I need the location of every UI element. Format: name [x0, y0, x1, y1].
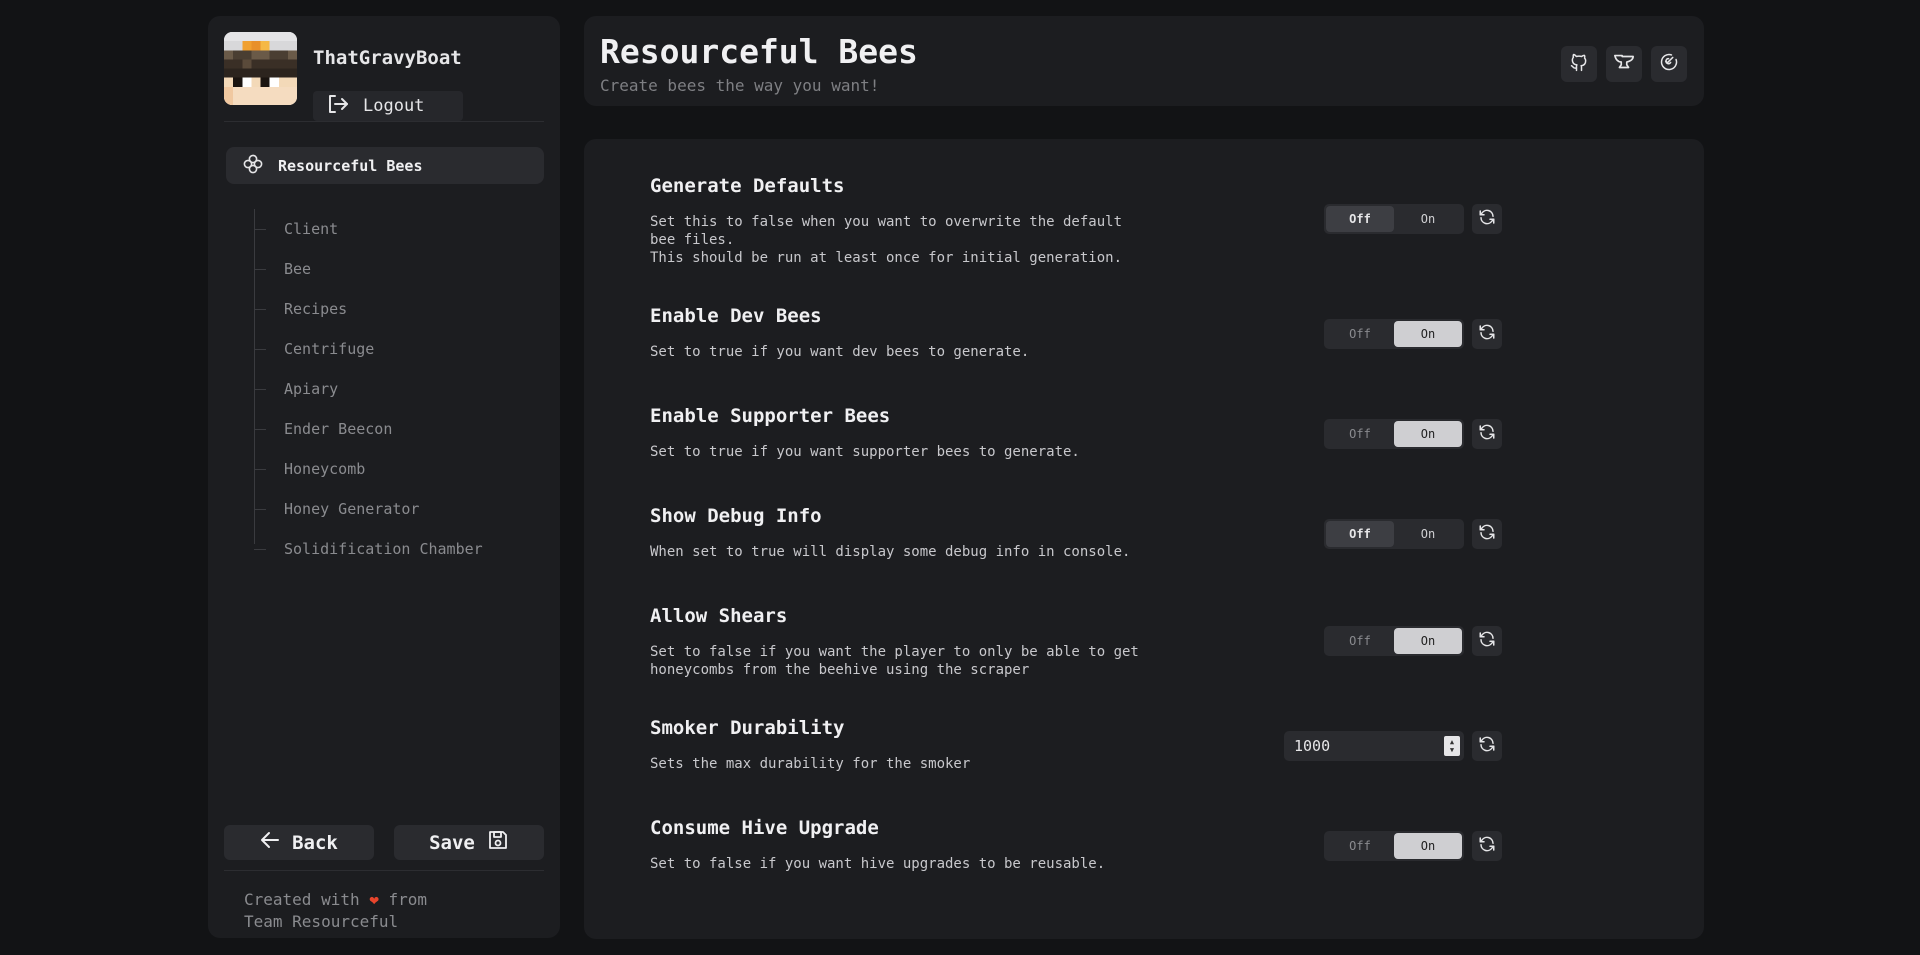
- smoker-durability-input[interactable]: [1284, 731, 1464, 761]
- page-title: Resourceful Bees: [600, 32, 918, 71]
- toggle-allow-shears[interactable]: Off On: [1324, 626, 1464, 656]
- heart-icon: ❤: [369, 890, 379, 909]
- setting-description: When set to true will display some debug…: [650, 544, 1131, 560]
- footer-team: Team Resourceful: [244, 912, 399, 931]
- toggle-enable-dev-bees[interactable]: Off On: [1324, 319, 1464, 349]
- modrinth-icon: [1659, 52, 1679, 76]
- setting-description: Set to true if you want supporter bees t…: [650, 444, 1080, 460]
- toggle-on-option[interactable]: On: [1394, 628, 1462, 654]
- setting-consume-hive-upgrade: Consume Hive Upgrade Set to false if you…: [650, 817, 1650, 873]
- number-stepper[interactable]: ▲ ▼: [1444, 736, 1460, 756]
- reset-button[interactable]: [1472, 519, 1502, 549]
- avatar: [224, 32, 297, 105]
- setting-title: Generate Defaults: [650, 175, 845, 197]
- toggle-off-option[interactable]: Off: [1326, 206, 1394, 232]
- logout-button[interactable]: Logout: [313, 91, 463, 121]
- github-icon: [1569, 52, 1589, 76]
- nav-item-bee[interactable]: Bee: [244, 249, 544, 289]
- setting-description: Sets the max durability for the smoker: [650, 756, 971, 772]
- logout-icon: [327, 94, 349, 119]
- nav-item-honeycomb[interactable]: Honeycomb: [244, 449, 544, 489]
- nav-subtree: Client Bee Recipes Centrifuge Apiary End…: [244, 209, 544, 569]
- page-subtitle: Create bees the way you want!: [600, 76, 880, 95]
- nav-main-label: Resourceful Bees: [278, 156, 423, 175]
- nav-item-client[interactable]: Client: [244, 209, 544, 249]
- settings-panel: Generate Defaults Set this to false when…: [584, 139, 1704, 939]
- toggle-on-option[interactable]: On: [1394, 521, 1462, 547]
- nav-item-ender-beecon[interactable]: Ender Beecon: [244, 409, 544, 449]
- setting-smoker-durability: Smoker Durability Sets the max durabilit…: [650, 717, 1650, 773]
- page-header: Resourceful Bees Create bees the way you…: [584, 16, 1704, 106]
- toggle-off-option[interactable]: Off: [1326, 521, 1394, 547]
- footer-prefix: Created with: [244, 890, 360, 909]
- setting-allow-shears: Allow Shears Set to false if you want th…: [650, 605, 1650, 679]
- back-label: Back: [292, 831, 338, 854]
- reset-button[interactable]: [1472, 419, 1502, 449]
- nav-item-solidification-chamber[interactable]: Solidification Chamber: [244, 529, 544, 569]
- toggle-consume-hive-upgrade[interactable]: Off On: [1324, 831, 1464, 861]
- curseforge-button[interactable]: [1606, 46, 1642, 82]
- toggle-on-option[interactable]: On: [1394, 421, 1462, 447]
- github-button[interactable]: [1561, 46, 1597, 82]
- arrow-left-icon: [260, 831, 280, 854]
- setting-generate-defaults: Generate Defaults Set this to false when…: [650, 175, 1650, 267]
- refresh-icon: [1478, 735, 1496, 757]
- sidebar: ThatGravyBoat Logout Resourceful Bees Cl…: [208, 16, 560, 938]
- nav-item-recipes[interactable]: Recipes: [244, 289, 544, 329]
- hexagon-cluster-icon: [242, 153, 264, 179]
- logout-label: Logout: [363, 96, 425, 116]
- refresh-icon: [1478, 835, 1496, 857]
- toggle-enable-supporter-bees[interactable]: Off On: [1324, 419, 1464, 449]
- username: ThatGravyBoat: [313, 47, 462, 69]
- toggle-off-option[interactable]: Off: [1326, 421, 1394, 447]
- anvil-icon: [1613, 53, 1635, 75]
- refresh-icon: [1478, 630, 1496, 652]
- setting-description: Set to true if you want dev bees to gene…: [650, 344, 1030, 360]
- setting-description: Set this to false when you want to overw…: [650, 214, 1123, 266]
- profile-section: ThatGravyBoat Logout: [224, 32, 544, 122]
- toggle-on-option[interactable]: On: [1394, 206, 1462, 232]
- toggle-on-option[interactable]: On: [1394, 833, 1462, 859]
- setting-description: Set to false if you want hive upgrades t…: [650, 856, 1106, 872]
- nav-item-centrifuge[interactable]: Centrifuge: [244, 329, 544, 369]
- refresh-icon: [1478, 523, 1496, 545]
- back-button[interactable]: Back: [224, 825, 374, 860]
- footer-credit: Created with ❤ from Team Resourceful: [244, 889, 427, 933]
- setting-show-debug-info: Show Debug Info When set to true will di…: [650, 505, 1650, 561]
- setting-description: Set to false if you want the player to o…: [650, 644, 1139, 678]
- refresh-icon: [1478, 323, 1496, 345]
- reset-button[interactable]: [1472, 204, 1502, 234]
- toggle-generate-defaults[interactable]: Off On: [1324, 204, 1464, 234]
- save-button[interactable]: Save: [394, 825, 544, 860]
- stepper-down-icon[interactable]: ▼: [1450, 746, 1454, 754]
- refresh-icon: [1478, 423, 1496, 445]
- reset-button[interactable]: [1472, 831, 1502, 861]
- setting-enable-supporter-bees: Enable Supporter Bees Set to true if you…: [650, 405, 1650, 461]
- reset-button[interactable]: [1472, 731, 1502, 761]
- toggle-off-option[interactable]: Off: [1326, 321, 1394, 347]
- toggle-off-option[interactable]: Off: [1326, 833, 1394, 859]
- refresh-icon: [1478, 208, 1496, 230]
- modrinth-button[interactable]: [1651, 46, 1687, 82]
- reset-button[interactable]: [1472, 626, 1502, 656]
- nav-item-resourceful-bees[interactable]: Resourceful Bees: [226, 147, 544, 184]
- nav-item-honey-generator[interactable]: Honey Generator: [244, 489, 544, 529]
- save-label: Save: [429, 831, 475, 854]
- setting-enable-dev-bees: Enable Dev Bees Set to true if you want …: [650, 305, 1650, 361]
- toggle-show-debug-info[interactable]: Off On: [1324, 519, 1464, 549]
- toggle-on-option[interactable]: On: [1394, 321, 1462, 347]
- footer-divider: [224, 870, 544, 871]
- floppy-disk-icon: [487, 829, 509, 856]
- setting-title: Allow Shears: [650, 605, 788, 627]
- footer-suffix: from: [388, 890, 428, 909]
- stepper-up-icon[interactable]: ▲: [1450, 738, 1454, 746]
- reset-button[interactable]: [1472, 319, 1502, 349]
- toggle-off-option[interactable]: Off: [1326, 628, 1394, 654]
- nav-item-apiary[interactable]: Apiary: [244, 369, 544, 409]
